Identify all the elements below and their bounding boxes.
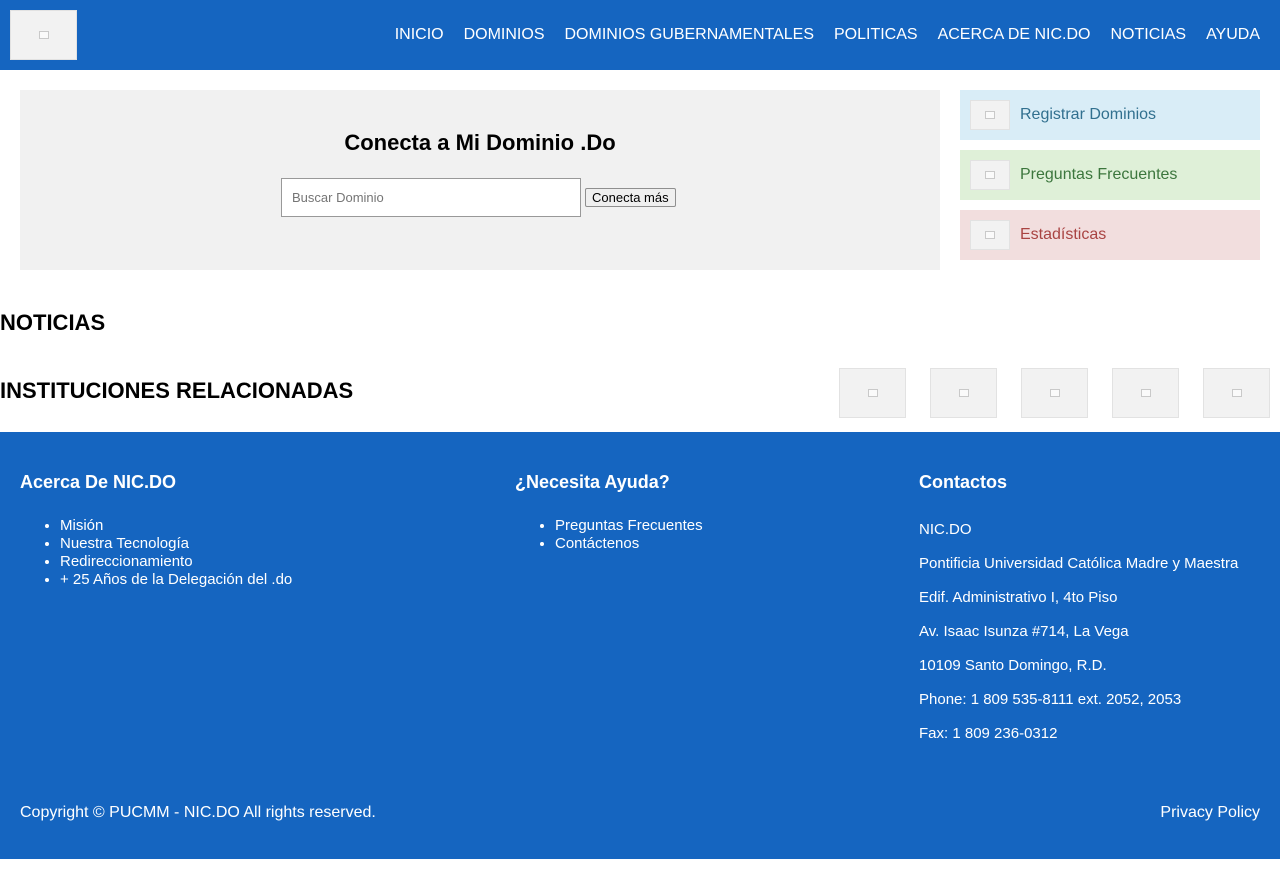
nav-ayuda[interactable]: AYUDA	[1206, 26, 1260, 44]
quick-link-label: Registrar Dominios	[1020, 106, 1157, 123]
broken-image-icon	[958, 389, 969, 397]
contact-line: Av. Isaac Isunza #714, La Vega	[919, 623, 1129, 640]
footer-contacts-title: Contactos	[919, 472, 1008, 492]
footer-contacts-column: Contactos NIC.DO Pontificia Universidad …	[919, 472, 1238, 751]
footer-link-mision[interactable]: Misión	[60, 517, 103, 534]
privacy-policy-link[interactable]: Privacy Policy	[1160, 804, 1260, 822]
broken-image-icon	[985, 231, 995, 239]
nav-noticias[interactable]: NOTICIAS	[1111, 26, 1187, 44]
broken-image-icon	[1231, 389, 1242, 397]
broken-image-icon	[867, 389, 878, 397]
footer-about-column: Acerca De NIC.DO Misión Nuestra Tecnolog…	[20, 472, 292, 589]
institutions-heading: INSTITUCIONES RELACIONADAS	[0, 378, 354, 403]
footer-link-contact[interactable]: Contáctenos	[555, 535, 639, 552]
contact-line: Edif. Administrativo I, 4to Piso	[919, 589, 1118, 606]
institution-logo-4[interactable]	[1112, 368, 1179, 418]
footer-link-faq[interactable]: Preguntas Frecuentes	[555, 517, 703, 534]
contact-line: Fax: 1 809 236-0312	[919, 725, 1058, 742]
footer-link-item: Preguntas Frecuentes	[555, 517, 703, 535]
contact-line: NIC.DO	[919, 521, 972, 538]
contact-line: Pontificia Universidad Católica Madre y …	[919, 555, 1239, 572]
footer-link-item: Contáctenos	[555, 535, 703, 553]
contact-line: Phone: 1 809 535-8111 ext. 2052, 2053	[919, 691, 1182, 708]
nav-inicio[interactable]: INICIO	[395, 26, 444, 44]
footer-link-item: Redireccionamiento	[60, 553, 292, 571]
broken-image-icon	[985, 171, 995, 179]
domain-search-input[interactable]	[281, 178, 581, 217]
nav-politicas[interactable]: POLITICAS	[834, 26, 918, 44]
connect-button[interactable]: Conecta más	[585, 188, 676, 207]
institution-logo-1[interactable]	[839, 368, 906, 418]
quick-link-statistics[interactable]: Estadísticas	[960, 210, 1260, 260]
site-header: INICIO DOMINIOS DOMINIOS GUBERNAMENTALES…	[0, 0, 1280, 70]
institution-logo-3[interactable]	[1021, 368, 1088, 418]
footer-about-title: Acerca De NIC.DO	[20, 472, 177, 492]
broken-image-icon	[1049, 389, 1060, 397]
nav-dominios[interactable]: DOMINIOS	[464, 26, 545, 44]
nav-acerca[interactable]: ACERCA DE NIC.DO	[938, 26, 1091, 44]
institution-logo-5[interactable]	[1203, 368, 1270, 418]
quick-link-label: Preguntas Frecuentes	[1020, 166, 1178, 183]
nic-do-logo-icon[interactable]	[10, 10, 77, 60]
broken-image-icon	[1140, 389, 1151, 397]
footer-link-item: + 25 Años de la Delegación del .do	[60, 571, 292, 589]
institution-logo-2[interactable]	[930, 368, 997, 418]
footer-about-links: Misión Nuestra Tecnología Redireccionami…	[20, 517, 292, 589]
copyright-text: Copyright © PUCMM - NIC.DO All rights re…	[20, 804, 376, 821]
quick-link-register-domains[interactable]: Registrar Dominios	[960, 90, 1260, 140]
quick-link-label: Estadísticas	[1020, 226, 1107, 243]
statistics-icon	[970, 220, 1010, 250]
site-footer: Acerca De NIC.DO Misión Nuestra Tecnolog…	[0, 432, 1280, 859]
hero-title: Conecta a Mi Dominio .Do	[344, 130, 616, 155]
main-nav: INICIO DOMINIOS DOMINIOS GUBERNAMENTALES…	[395, 0, 1260, 70]
quick-link-faq[interactable]: Preguntas Frecuentes	[960, 150, 1260, 200]
footer-help-title: ¿Necesita Ayuda?	[515, 472, 670, 492]
nav-dominios-gubernamentales[interactable]: DOMINIOS GUBERNAMENTALES	[564, 26, 814, 44]
footer-link-item: Misión	[60, 517, 292, 535]
footer-link-25-anos[interactable]: + 25 Años de la Delegación del .do	[60, 571, 292, 588]
contact-lines: NIC.DO Pontificia Universidad Católica M…	[919, 513, 1238, 751]
footer-link-redireccionamiento[interactable]: Redireccionamiento	[60, 553, 193, 570]
footer-link-item: Nuestra Tecnología	[60, 535, 292, 553]
domain-search-panel: Conecta a Mi Dominio .Do Conecta más	[20, 90, 940, 270]
register-domain-icon	[970, 100, 1010, 130]
faq-icon	[970, 160, 1010, 190]
footer-help-links: Preguntas Frecuentes Contáctenos	[515, 517, 703, 553]
footer-link-tecnologia[interactable]: Nuestra Tecnología	[60, 535, 189, 552]
news-heading: NOTICIAS	[0, 310, 106, 335]
broken-image-icon	[985, 111, 995, 119]
footer-help-column: ¿Necesita Ayuda? Preguntas Frecuentes Co…	[515, 472, 703, 553]
contact-line: 10109 Santo Domingo, R.D.	[919, 657, 1107, 674]
broken-image-icon	[38, 31, 49, 39]
